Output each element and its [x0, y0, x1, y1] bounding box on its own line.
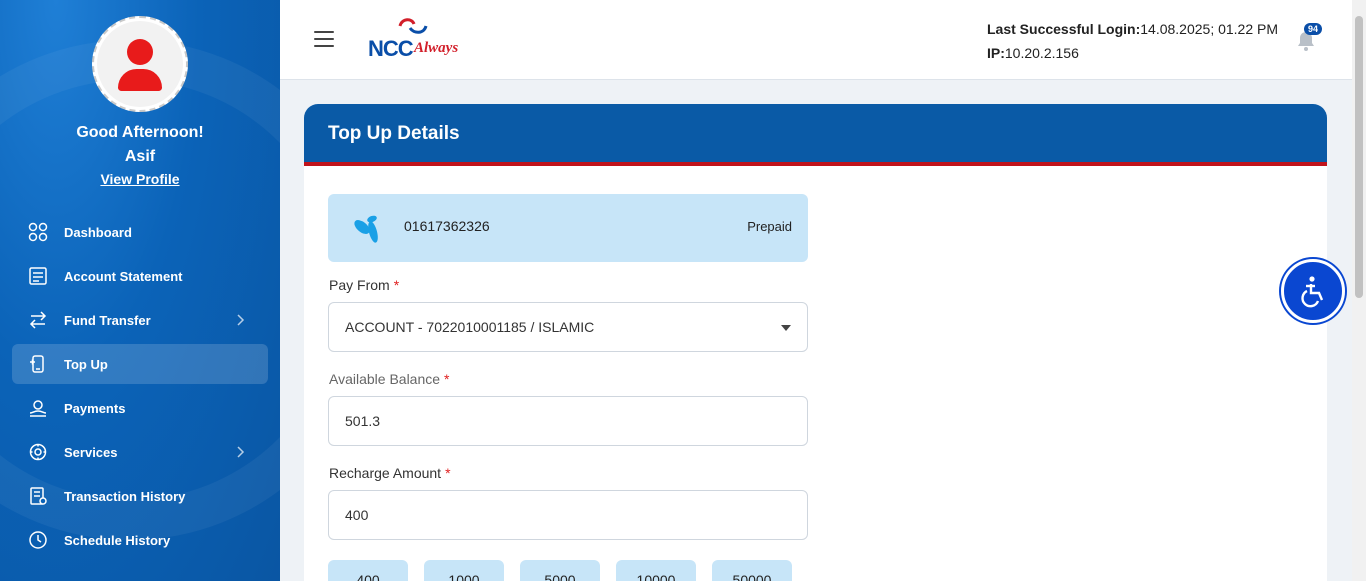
- operator-box: 01617362326 Prepaid: [328, 194, 808, 262]
- pay-from-select[interactable]: ACCOUNT - 7022010001185 / ISLAMIC: [328, 302, 808, 352]
- payments-icon: [26, 396, 50, 420]
- account-statement-icon: [26, 264, 50, 288]
- notification-badge: 94: [1304, 23, 1323, 35]
- avatar[interactable]: [92, 16, 188, 112]
- logo-script: Always: [414, 40, 459, 56]
- pay-from-value: ACCOUNT - 7022010001185 / ISLAMIC: [345, 319, 595, 335]
- hamburger-menu-icon[interactable]: [314, 31, 334, 49]
- connection-type: Prepaid: [747, 219, 792, 234]
- quick-amount-button[interactable]: 5000: [520, 560, 600, 581]
- required-mark: *: [444, 371, 450, 387]
- quick-amount-button[interactable]: 1000: [424, 560, 504, 581]
- quick-amount-button[interactable]: 400: [328, 560, 408, 581]
- view-profile-link[interactable]: View Profile: [0, 171, 280, 187]
- sidebar-item-account-statement[interactable]: Account Statement: [12, 256, 268, 296]
- sidebar-item-label: Fund Transfer: [64, 312, 151, 328]
- top-up-card: Top Up Details 01617362326 Prepaid Pay F…: [304, 104, 1327, 581]
- sidebar-item-label: Top Up: [64, 356, 108, 372]
- sidebar-item-label: Account Statement: [64, 268, 183, 284]
- ip-value: 10.20.2.156: [1004, 45, 1079, 61]
- page-scrollbar[interactable]: [1352, 0, 1366, 581]
- dashboard-icon: [26, 220, 50, 244]
- sidebar-item-label: Services: [64, 444, 118, 460]
- chevron-right-icon: [237, 314, 245, 326]
- sidebar: Good Afternoon! Asif View Profile Dashbo…: [0, 0, 280, 581]
- sidebar-item-dashboard[interactable]: Dashboard: [12, 212, 268, 252]
- chevron-right-icon: [237, 446, 245, 458]
- sidebar-item-label: Payments: [64, 400, 126, 416]
- dropdown-caret-icon: [781, 325, 791, 331]
- quick-amount-button[interactable]: 10000: [616, 560, 696, 581]
- pay-from-label-text: Pay From: [329, 277, 390, 293]
- available-balance-label-text: Available Balance: [329, 371, 441, 387]
- login-value: 14.08.2025; 01.22 PM: [1140, 21, 1279, 37]
- available-balance-label: Available Balance *: [329, 371, 450, 387]
- recharge-amount-input[interactable]: 400: [328, 490, 808, 540]
- greeting-text: Good Afternoon!: [76, 124, 204, 141]
- sidebar-item-top-up[interactable]: Top Up: [12, 344, 268, 384]
- sidebar-item-label: Transaction History: [64, 488, 186, 504]
- recharge-amount-value: 400: [345, 507, 369, 523]
- accessibility-button[interactable]: [1281, 259, 1345, 323]
- user-icon: [97, 21, 183, 107]
- required-mark: *: [445, 465, 451, 481]
- required-mark: *: [393, 277, 400, 293]
- scrollbar-thumb[interactable]: [1355, 16, 1363, 298]
- schedule-history-icon: [26, 528, 50, 552]
- sidebar-item-payments[interactable]: Payments: [12, 388, 268, 428]
- top-up-icon: [26, 352, 50, 376]
- accessibility-wheelchair-icon: [1301, 276, 1324, 308]
- top-header: NCC Always Last Successful Login:14.08.2…: [280, 0, 1352, 80]
- services-icon: [26, 440, 50, 464]
- page-title: Top Up Details: [328, 123, 460, 144]
- quick-amount-button[interactable]: 50000: [712, 560, 792, 581]
- available-balance-field: 501.3: [328, 396, 808, 446]
- recharge-amount-label-text: Recharge Amount: [329, 465, 442, 481]
- sidebar-item-label: Schedule History: [64, 532, 171, 548]
- mobile-number: 01617362326: [404, 218, 490, 234]
- sidebar-item-services[interactable]: Services: [12, 432, 268, 472]
- logo-text: NCC: [368, 36, 414, 61]
- ncc-logo[interactable]: NCC Always: [366, 16, 462, 64]
- ip-label: IP:: [987, 45, 1005, 61]
- recharge-amount-label: Recharge Amount *: [329, 465, 451, 481]
- last-login-info: Last Successful Login:14.08.2025; 01.22 …: [987, 17, 1278, 65]
- logo-swirl-icon: [398, 18, 428, 34]
- quick-amount-list: 400 1000 5000 10000 50000: [328, 560, 808, 581]
- sidebar-item-label: Dashboard: [64, 224, 132, 240]
- available-balance-value: 501.3: [345, 413, 381, 429]
- sidebar-menu: Dashboard Account Statement Fund Transfe…: [12, 212, 268, 564]
- sidebar-item-fund-transfer[interactable]: Fund Transfer: [12, 300, 268, 340]
- transaction-history-icon: [26, 484, 50, 508]
- telenor-logo-icon: [354, 215, 378, 243]
- login-label: Last Successful Login:: [987, 21, 1141, 37]
- sidebar-item-schedule-history[interactable]: Schedule History: [12, 520, 268, 560]
- sidebar-item-transaction-history[interactable]: Transaction History: [12, 476, 268, 516]
- pay-from-label: Pay From *: [329, 277, 399, 293]
- user-name: Asif: [124, 148, 156, 165]
- fund-transfer-icon: [26, 308, 50, 332]
